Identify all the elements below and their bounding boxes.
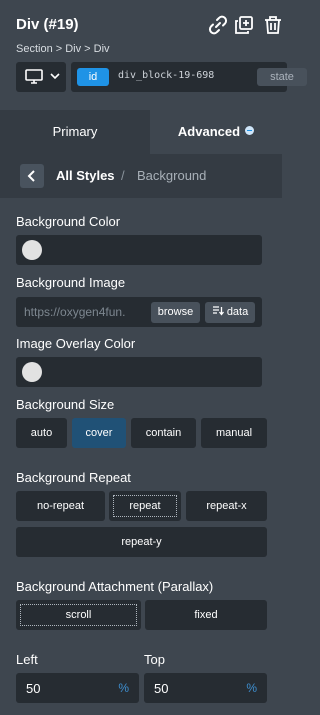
element-title: Div (#19)	[16, 16, 79, 33]
position-top-label: Top	[144, 652, 165, 667]
attachment-option-fixed[interactable]: fixed	[145, 600, 267, 630]
background-image-label: Background Image	[16, 275, 126, 290]
position-left-value[interactable]: 50	[26, 681, 40, 696]
style-breadcrumb: All Styles / Background	[0, 154, 282, 198]
size-option-auto[interactable]: auto	[16, 418, 67, 448]
background-attachment-label: Background Attachment (Parallax)	[16, 579, 214, 594]
tab-advanced[interactable]: Advanced	[150, 110, 282, 154]
back-button[interactable]	[20, 164, 44, 188]
browse-button[interactable]: browse	[151, 302, 200, 323]
background-color-label: Background Color	[16, 214, 121, 229]
tab-primary[interactable]: Primary	[0, 110, 150, 154]
position-top-input[interactable]: 50 %	[144, 673, 267, 703]
size-option-contain[interactable]: contain	[131, 418, 196, 448]
element-header: Div (#19) Section > Div > Div id div_blo…	[0, 0, 307, 110]
selector-value: div_block-19-698	[118, 70, 215, 81]
repeat-option-no-repeat[interactable]: no-repeat	[16, 491, 105, 521]
state-button[interactable]: state	[257, 68, 307, 86]
position-top-unit[interactable]: %	[246, 681, 257, 695]
background-image-url[interactable]: https://oxygen4fun.	[24, 305, 148, 319]
position-left-unit[interactable]: %	[118, 681, 129, 695]
chevron-left-icon	[27, 170, 35, 182]
panel-tabs: Primary Advanced	[0, 110, 282, 154]
duplicate-icon[interactable]	[233, 14, 255, 36]
background-color-field[interactable]	[16, 235, 262, 265]
current-section: Background	[137, 168, 207, 183]
overlay-color-field[interactable]	[16, 357, 262, 387]
background-repeat-label: Background Repeat	[16, 470, 131, 485]
overlay-color-label: Image Overlay Color	[16, 336, 136, 351]
size-option-manual[interactable]: manual	[201, 418, 267, 448]
position-top-value[interactable]: 50	[154, 681, 168, 696]
overlay-color-swatch[interactable]	[22, 362, 42, 382]
position-left-label: Left	[16, 652, 38, 667]
dynamic-data-label: data	[226, 306, 249, 318]
breadcrumb: Section > Div > Div	[16, 43, 110, 55]
id-badge[interactable]: id	[77, 68, 109, 86]
tab-primary-label: Primary	[52, 124, 98, 139]
chevron-down-icon	[50, 73, 60, 80]
background-size-label: Background Size	[16, 397, 115, 412]
device-selector[interactable]	[16, 62, 66, 92]
desktop-monitor-icon	[25, 69, 43, 84]
repeat-option-repeat-x[interactable]: repeat-x	[186, 491, 267, 521]
all-styles-link[interactable]: All Styles	[56, 168, 115, 183]
background-image-field[interactable]: https://oxygen4fun. browse data	[16, 297, 262, 327]
size-option-cover[interactable]: cover	[72, 418, 126, 448]
collapse-dot-icon	[245, 126, 255, 135]
trash-icon[interactable]	[262, 14, 284, 36]
link-icon[interactable]	[207, 14, 229, 36]
repeat-option-repeat[interactable]: repeat	[109, 491, 181, 521]
dynamic-data-icon	[212, 306, 224, 316]
breadcrumb-separator: /	[121, 168, 125, 183]
tab-advanced-label: Advanced	[177, 124, 241, 139]
selector-field[interactable]: id div_block-19-698 state	[71, 62, 307, 92]
attachment-option-scroll[interactable]: scroll	[16, 600, 141, 630]
position-left-input[interactable]: 50 %	[16, 673, 139, 703]
dynamic-data-button[interactable]: data	[205, 302, 255, 323]
repeat-option-repeat-y[interactable]: repeat-y	[16, 527, 267, 557]
background-color-swatch[interactable]	[22, 240, 42, 260]
